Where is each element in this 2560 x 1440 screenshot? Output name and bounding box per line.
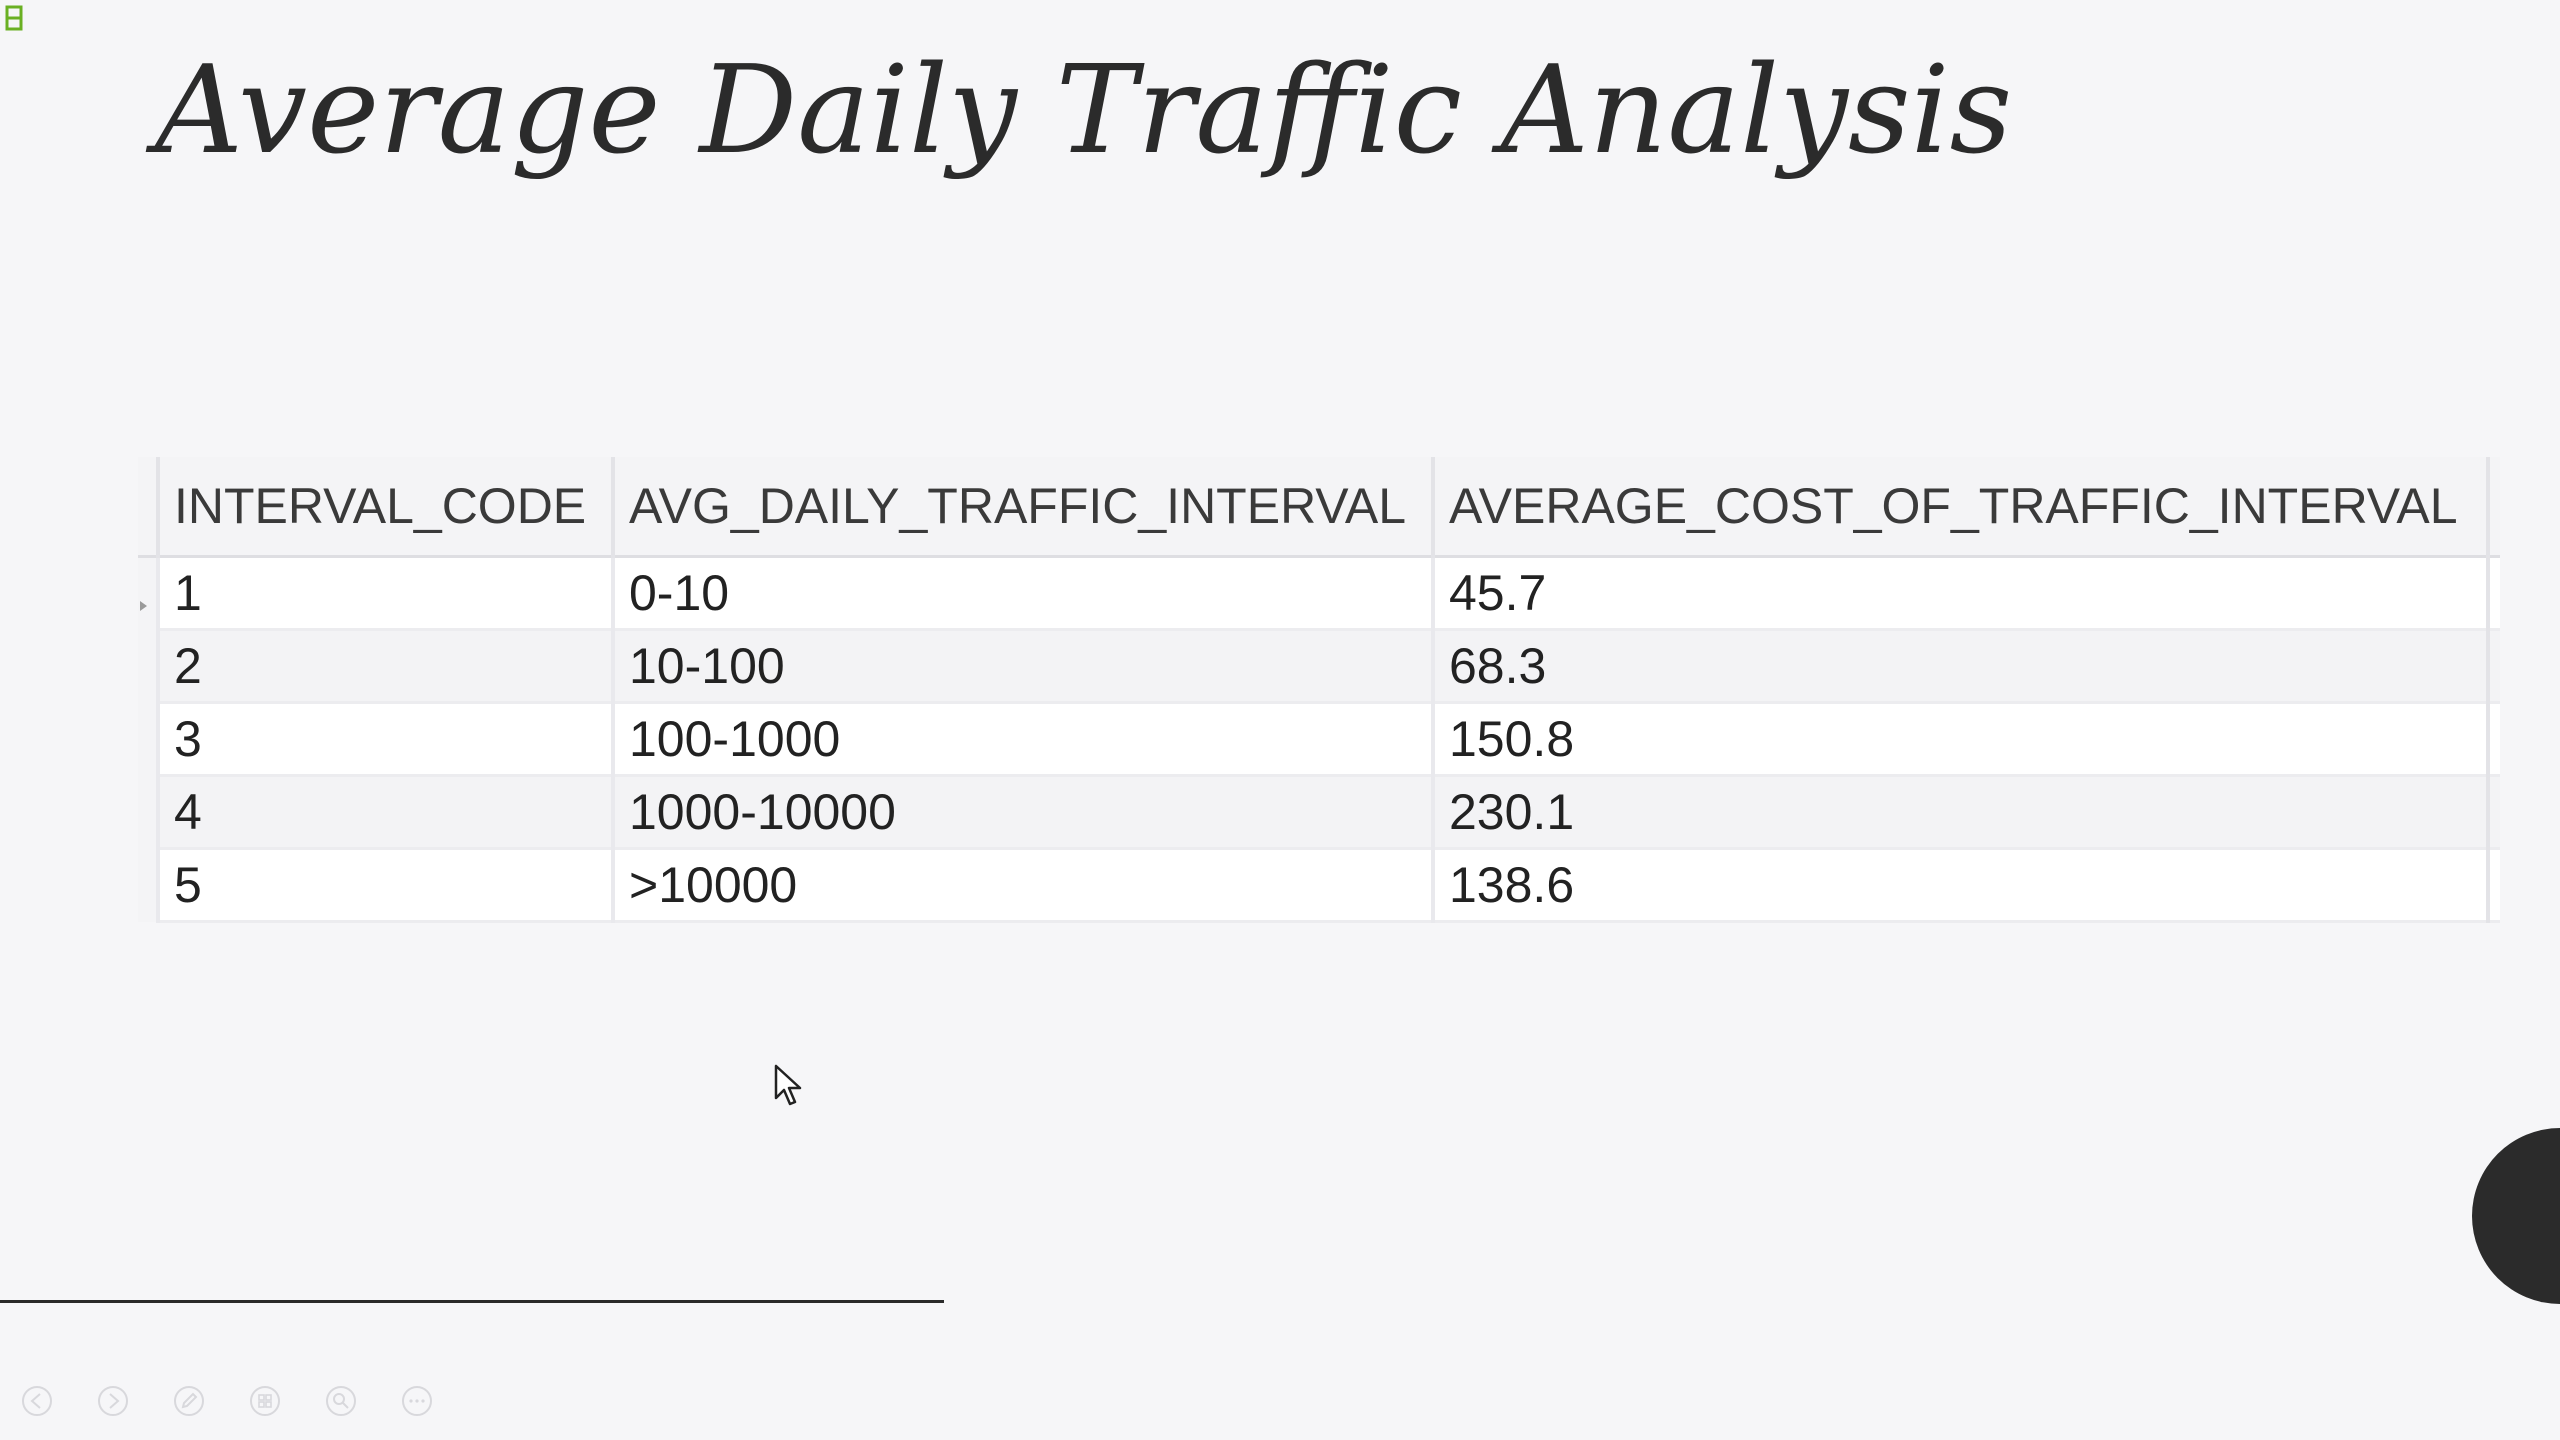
slides-icon [250, 1386, 280, 1416]
table-row[interactable]: 5 >10000 138.6 [138, 848, 2500, 923]
cell-average-cost[interactable]: 230.1 [1431, 775, 2488, 850]
presenter-camera-bubble [2472, 1128, 2560, 1304]
slide-title: Average Daily Traffic Analysis [155, 39, 2013, 181]
header-row: INTERVAL_CODE AVG_DAILY_TRAFFIC_INTERVAL… [138, 457, 2500, 558]
cell-average-cost[interactable]: 138.6 [1431, 848, 2488, 923]
results-table: INTERVAL_CODE AVG_DAILY_TRAFFIC_INTERVAL… [138, 457, 2500, 923]
previous-slide-button[interactable] [20, 1384, 54, 1418]
cell-interval-code[interactable]: 2 [156, 629, 613, 704]
row-filler [2486, 629, 2500, 704]
cell-interval-code[interactable]: 1 [156, 556, 613, 631]
column-header-filler [2486, 457, 2500, 558]
table-row[interactable]: 3 100-1000 150.8 [138, 702, 2500, 777]
cell-avg-daily-traffic[interactable]: 0-10 [611, 556, 1433, 631]
results-grid: INTERVAL_CODE AVG_DAILY_TRAFFIC_INTERVAL… [138, 457, 2500, 927]
cell-interval-code[interactable]: 4 [156, 775, 613, 850]
cell-average-cost[interactable]: 45.7 [1431, 556, 2488, 631]
presentation-slide: Average Daily Traffic Analysis INTERVAL_… [0, 0, 2560, 1440]
next-slide-button[interactable] [96, 1384, 130, 1418]
row-selector[interactable] [138, 848, 158, 922]
column-header-avg-daily-traffic[interactable]: AVG_DAILY_TRAFFIC_INTERVAL [611, 457, 1433, 558]
cell-average-cost[interactable]: 150.8 [1431, 702, 2488, 777]
pen-tool-button[interactable] [172, 1384, 206, 1418]
row-filler [2486, 556, 2500, 631]
more-icon [402, 1386, 432, 1416]
next-icon [98, 1386, 128, 1416]
row-filler [2486, 775, 2500, 850]
presentation-toolbar [20, 1384, 434, 1418]
mouse-pointer-icon [774, 1064, 802, 1106]
divider-line [0, 1300, 944, 1303]
cell-interval-code[interactable]: 5 [156, 848, 613, 923]
row-selector[interactable] [138, 775, 158, 849]
more-options-button[interactable] [400, 1384, 434, 1418]
cell-avg-daily-traffic[interactable]: 100-1000 [611, 702, 1433, 777]
zoom-button[interactable] [324, 1384, 358, 1418]
column-header-average-cost[interactable]: AVERAGE_COST_OF_TRAFFIC_INTERVAL [1431, 457, 2488, 558]
pen-icon [174, 1386, 204, 1416]
cell-average-cost[interactable]: 68.3 [1431, 629, 2488, 704]
previous-icon [22, 1386, 52, 1416]
slide-indicator-icon [5, 5, 23, 31]
row-header-corner [138, 457, 158, 558]
cell-avg-daily-traffic[interactable]: 10-100 [611, 629, 1433, 704]
cell-interval-code[interactable]: 3 [156, 702, 613, 777]
see-all-slides-button[interactable] [248, 1384, 282, 1418]
cell-avg-daily-traffic[interactable]: >10000 [611, 848, 1433, 923]
current-row-marker-icon [140, 600, 147, 611]
row-selector[interactable] [138, 702, 158, 776]
table-row[interactable]: 1 0-10 45.7 [138, 556, 2500, 631]
zoom-icon [326, 1386, 356, 1416]
row-selector[interactable] [138, 629, 158, 703]
table-row[interactable]: 4 1000-10000 230.1 [138, 775, 2500, 850]
row-selector[interactable] [138, 556, 158, 630]
cell-avg-daily-traffic[interactable]: 1000-10000 [611, 775, 1433, 850]
column-header-interval-code[interactable]: INTERVAL_CODE [156, 457, 613, 558]
row-filler [2486, 848, 2500, 923]
table-row[interactable]: 2 10-100 68.3 [138, 629, 2500, 704]
row-filler [2486, 702, 2500, 777]
